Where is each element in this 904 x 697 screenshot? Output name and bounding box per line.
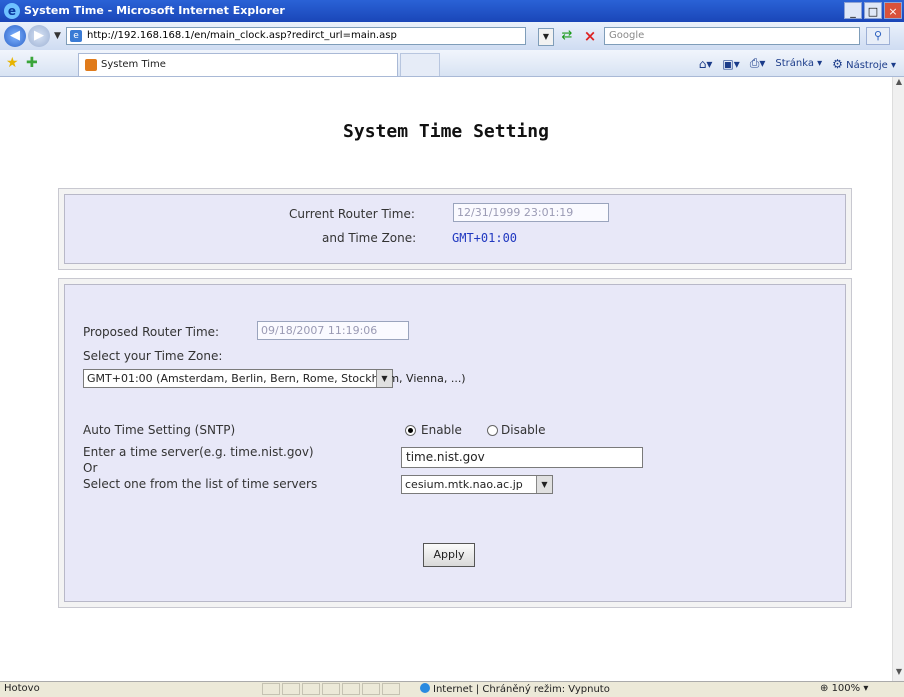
current-router-time-label: Current Router Time: [289,207,415,221]
time-server-input[interactable]: time.nist.gov [401,447,643,468]
time-zone-label: and Time Zone: [322,231,417,245]
page-menu[interactable]: Stránka ▾ [775,58,822,69]
globe-icon [420,683,430,693]
time-zone-selected: GMT+01:00 (Amsterdam, Berlin, Bern, Rome… [87,372,466,385]
search-input[interactable]: Google [604,27,860,45]
vertical-scrollbar[interactable]: ▲ ▼ [892,77,904,681]
zoom-icon: ⊕ [820,683,832,694]
history-dropdown-icon[interactable]: ▼ [54,31,61,41]
search-placeholder: Google [609,30,645,41]
new-tab-button[interactable] [400,53,440,76]
status-text: Hotovo [4,683,40,694]
sntp-label: Auto Time Setting (SNTP) [83,423,236,437]
tab-bar: ★ ✚ System Time ⌂▾ ▣▾ ⎙▾ Stránka ▾ ⚙ Nás… [0,50,904,77]
close-button[interactable]: × [884,2,902,19]
window-title: System Time - Microsoft Internet Explore… [24,4,285,17]
home-icon[interactable]: ⌂▾ [699,57,713,71]
proposed-router-time-label: Proposed Router Time: [83,325,220,339]
select-time-zone-label: Select your Time Zone: [83,349,223,363]
sntp-enable-radio[interactable] [405,425,416,436]
apply-button[interactable]: Apply [423,543,475,567]
add-favorite-icon[interactable]: ✚ [26,55,38,71]
sntp-disable-radio[interactable] [487,425,498,436]
status-segment [302,683,320,695]
forward-button[interactable]: ▶ [28,25,50,47]
ie-logo-icon: e [4,3,20,19]
zoom-label: 100% [831,683,861,694]
stop-icon[interactable]: × [580,27,600,45]
status-segment [362,683,380,695]
chevron-down-icon[interactable]: ▼ [536,476,552,493]
tab-system-time[interactable]: System Time [78,53,398,76]
status-segment [322,683,340,695]
minimize-button[interactable]: _ [844,2,862,19]
status-segment [382,683,400,695]
sntp-enable-label[interactable]: Enable [421,423,462,437]
security-zone-label: Internet | Chráněný režim: Vypnuto [433,684,610,695]
time-server-list-label: Select one from the list of time servers [83,477,318,491]
time-settings-panel: Proposed Router Time: 09/18/2007 11:19:0… [64,284,846,602]
print-icon[interactable]: ⎙▾ [750,56,766,71]
window-controls: _ □ × [844,2,902,19]
tools-menu[interactable]: ⚙ Nástroje ▾ [832,57,896,71]
feeds-icon[interactable]: ▣▾ [722,57,739,71]
zoom-level[interactable]: ⊕ 100% ▾ [820,683,868,694]
proposed-router-time-field: 09/18/2007 11:19:06 [257,321,409,340]
tools-menu-label: Nástroje [846,59,888,71]
scroll-up-icon[interactable]: ▲ [893,77,904,91]
favorites-star-icon[interactable]: ★ [6,55,19,71]
address-text: http://192.168.168.1/en/main_clock.asp?r… [87,30,397,41]
time-server-list-select[interactable]: cesium.mtk.nao.ac.jp ▼ [401,475,553,494]
refresh-icon[interactable]: ⇄ [557,27,577,45]
scroll-down-icon[interactable]: ▼ [893,667,904,681]
current-time-zone-value: GMT+01:00 [452,231,518,245]
maximize-button[interactable]: □ [864,2,882,19]
chevron-down-icon[interactable]: ▼ [376,370,392,387]
address-input[interactable]: e http://192.168.168.1/en/main_clock.asp… [66,27,526,45]
security-zone[interactable]: Internet | Chráněný režim: Vypnuto [420,683,610,695]
or-label: Or [83,461,98,475]
sntp-disable-label[interactable]: Disable [501,423,546,437]
page-icon: e [70,30,82,42]
status-bar: Hotovo Internet | Chráněný režim: Vypnut… [0,681,904,697]
time-zone-select[interactable]: GMT+01:00 (Amsterdam, Berlin, Bern, Rome… [83,369,466,388]
address-dropdown-button[interactable]: ▼ [538,28,554,46]
current-time-panel: Current Router Time: 12/31/1999 23:01:19… [64,194,846,264]
command-bar: ⌂▾ ▣▾ ⎙▾ Stránka ▾ ⚙ Nástroje ▾ [699,56,896,71]
time-server-label: Enter a time server(e.g. time.nist.gov) [83,445,314,459]
back-button[interactable]: ◀ [4,25,26,47]
tab-favicon-icon [85,59,97,71]
page-menu-label: Stránka [775,58,814,69]
tab-label: System Time [101,59,166,70]
tools-icon: ⚙ [832,56,843,71]
address-toolbar: ◀ ▶ ▼ e http://192.168.168.1/en/main_clo… [0,22,904,51]
current-router-time-field: 12/31/1999 23:01:19 [453,203,609,222]
status-segment [262,683,280,695]
search-button[interactable]: ⚲ [866,27,890,45]
time-server-list-selected: cesium.mtk.nao.ac.jp [405,478,523,491]
status-segment [282,683,300,695]
page-title: System Time Setting [343,121,549,142]
status-segment [342,683,360,695]
window-title-bar: e System Time - Microsoft Internet Explo… [0,0,904,22]
